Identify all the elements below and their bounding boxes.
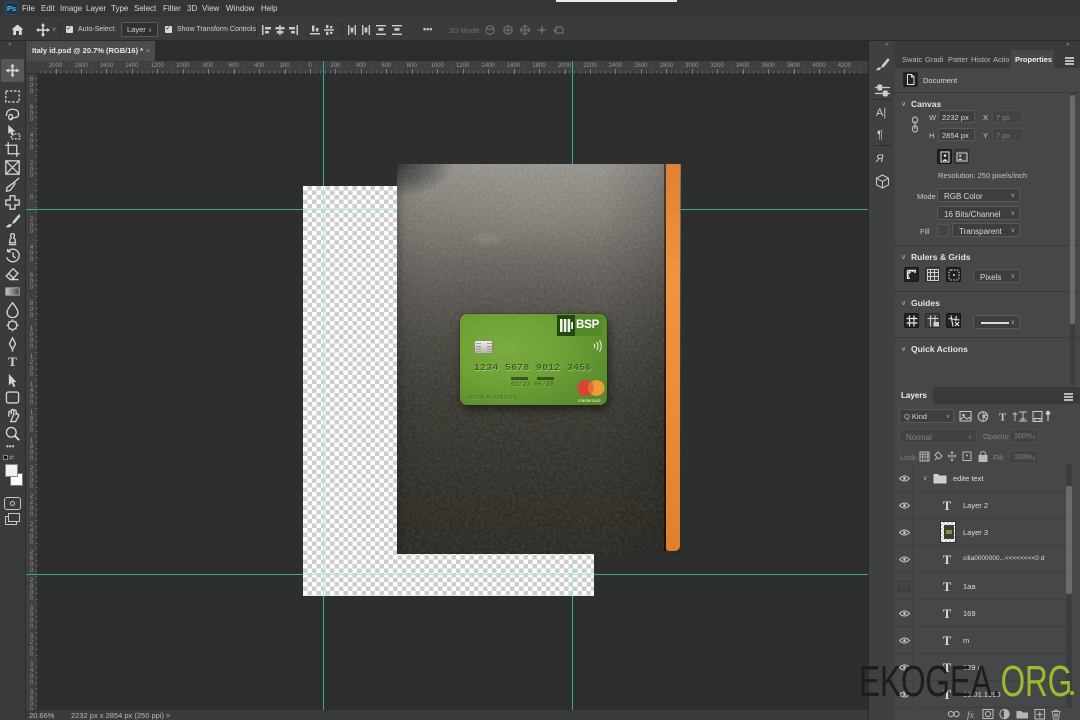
svg-text:T: T [999, 412, 1007, 424]
svg-text:fx: fx [967, 710, 975, 720]
svg-text:mastercard: mastercard [578, 398, 601, 403]
